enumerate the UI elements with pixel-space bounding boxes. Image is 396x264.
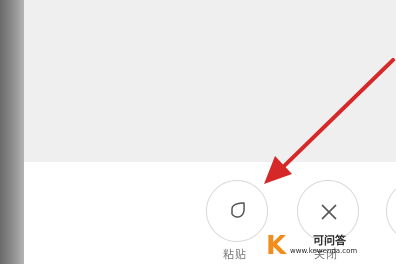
left-edge-panel	[0, 0, 24, 264]
watermark-logo-icon: K	[266, 231, 287, 260]
close-icon	[321, 204, 337, 220]
screen: 粘贴 关闭 K 可问答 www.kewenda.com	[0, 0, 396, 264]
paste-icon	[231, 202, 245, 218]
watermark-url: www.kewenda.com	[290, 247, 358, 255]
paste-button[interactable]	[206, 180, 268, 242]
watermark-title: 可问答	[313, 234, 346, 247]
watermark: K 可问答 www.kewenda.com	[264, 230, 396, 264]
svg-text:K: K	[266, 231, 287, 260]
content-area	[24, 0, 396, 162]
paste-label: 粘贴	[223, 248, 247, 261]
